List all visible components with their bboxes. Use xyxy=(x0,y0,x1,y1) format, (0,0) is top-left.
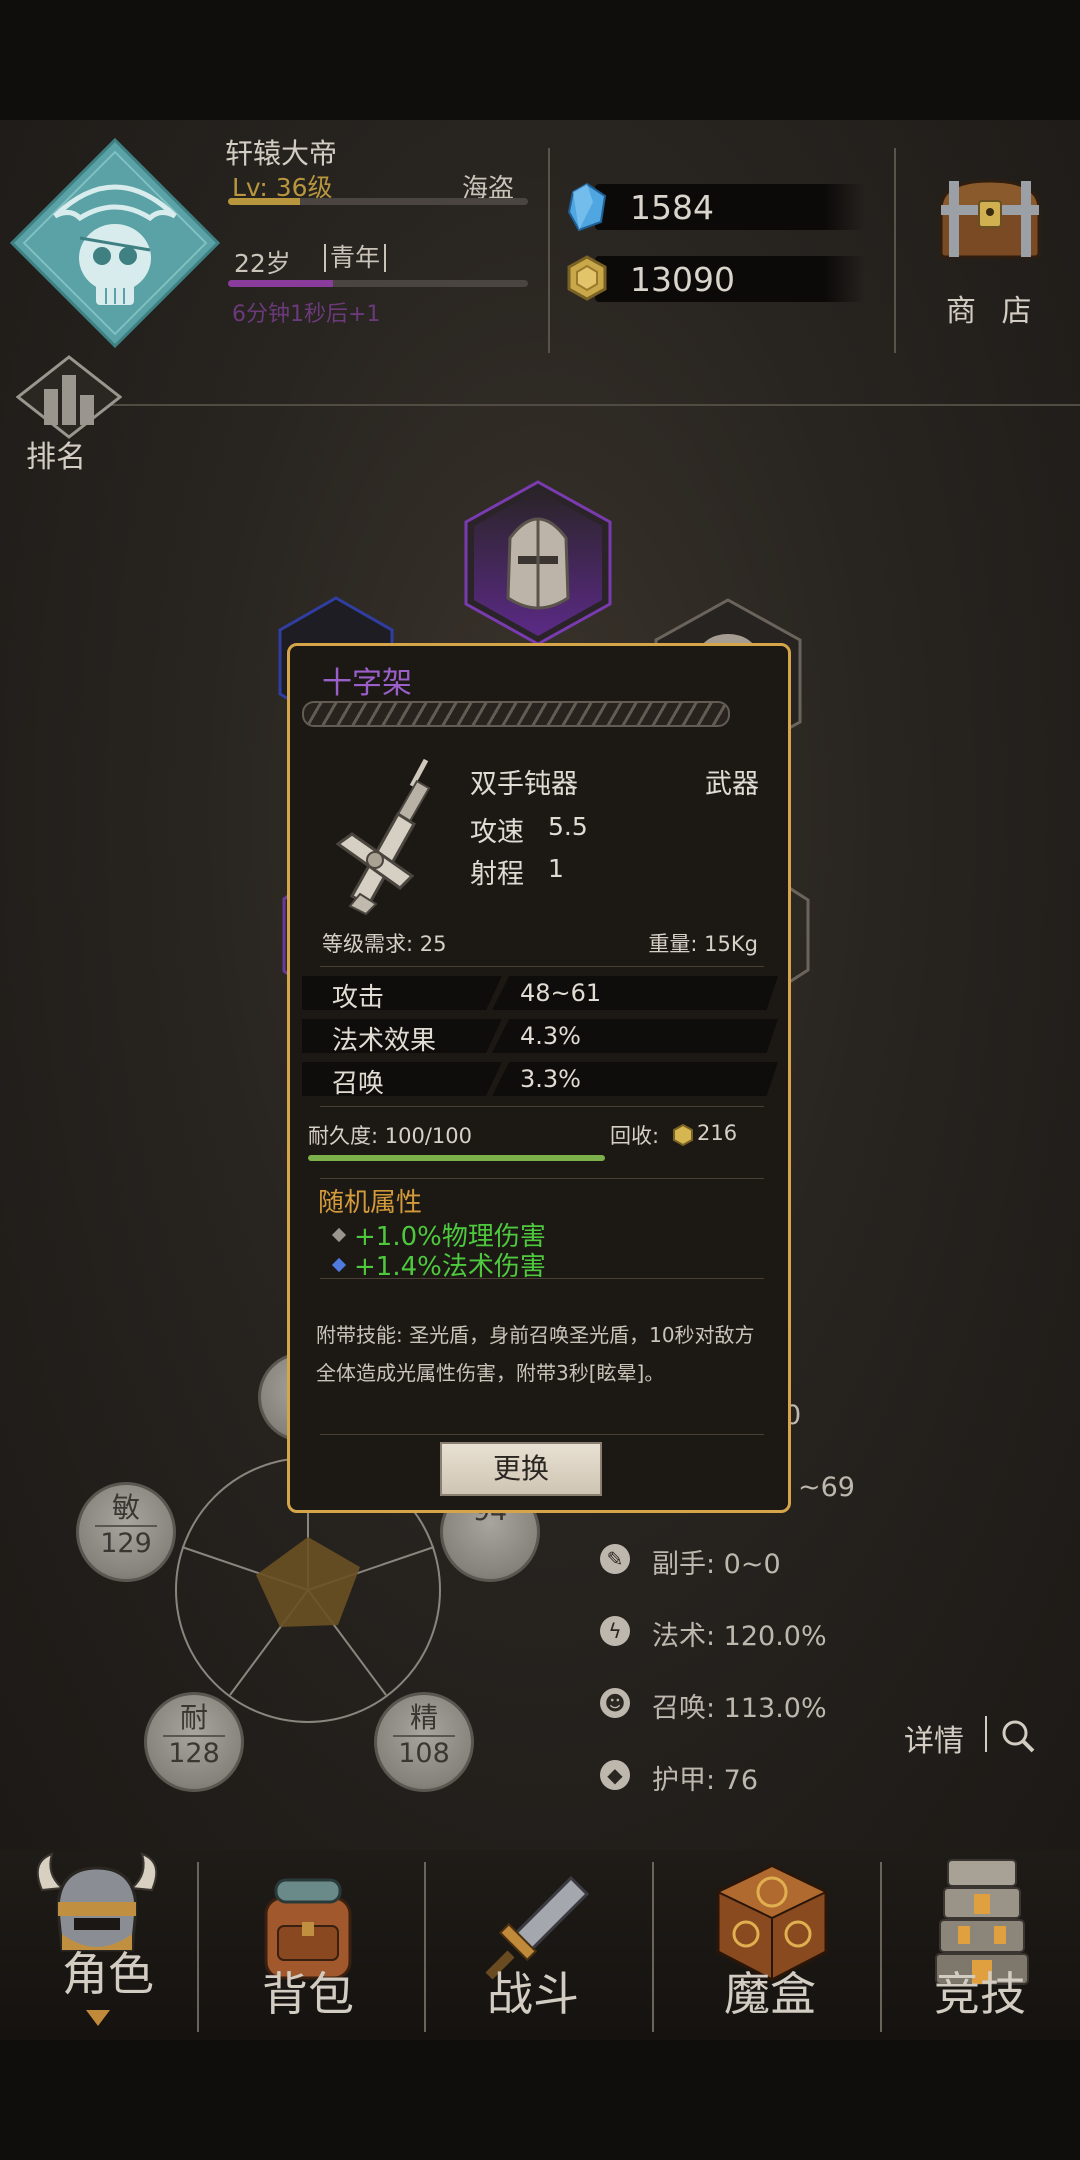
item-name: 十字架 xyxy=(322,666,412,701)
attr-label: 召唤 xyxy=(332,1069,385,1099)
cross-weapon-icon xyxy=(335,758,431,916)
header-divider xyxy=(894,148,896,353)
stat-circle-agi[interactable]: 敏 129 xyxy=(76,1482,176,1582)
helmet-slot[interactable] xyxy=(460,478,616,648)
bottom-bar-bg xyxy=(0,2040,1080,2160)
attr-row: 攻击 48~61 xyxy=(302,976,778,1013)
gem-icon xyxy=(567,182,607,232)
popup-divider xyxy=(320,1106,764,1107)
gem-count: 1584 xyxy=(630,188,714,227)
age-bar-fill xyxy=(228,280,333,287)
nav-box-label: 魔盒 xyxy=(724,1967,816,2021)
nav-battle-label: 战斗 xyxy=(487,1967,579,2021)
bottom-nav: 角色 背包 战斗 魔盒 竞技 xyxy=(0,1850,1080,2040)
stat-agi-value: 129 xyxy=(95,1525,157,1561)
exp-bar-fill xyxy=(228,198,300,205)
nav-arena-label: 竞技 xyxy=(934,1967,1026,2021)
attr-label: 攻击 xyxy=(332,983,385,1013)
change-button[interactable]: 更换 xyxy=(440,1442,602,1496)
attr-row: 召唤 3.3% xyxy=(302,1062,778,1099)
stat-armor-text: 护甲: 76 xyxy=(652,1765,759,1796)
lightning-icon: ϟ xyxy=(600,1616,630,1646)
popup-divider xyxy=(320,1178,764,1179)
popup-divider xyxy=(320,1278,764,1279)
ranking-icon[interactable] xyxy=(15,355,123,443)
blue-gem-icon xyxy=(331,1257,347,1272)
offhand-icon: ✎ xyxy=(600,1544,630,1574)
attr-value: 3.3% xyxy=(520,1065,581,1093)
nav-role-label: 角色 xyxy=(62,1947,154,2001)
level-requirement: 等级需求: 25 xyxy=(322,932,447,956)
gem-balance: 1584 xyxy=(565,182,865,232)
attr-value: 48~61 xyxy=(520,979,602,1007)
stat-spi-value: 108 xyxy=(393,1735,455,1771)
gold-count: 13090 xyxy=(630,260,735,299)
stat-circle-end[interactable]: 耐 128 xyxy=(144,1692,244,1792)
summon-icon: ☻ xyxy=(600,1688,630,1718)
attack-speed-label: 攻速 xyxy=(470,817,524,848)
item-weight: 重量: 15Kg xyxy=(648,932,758,956)
nav-bag-label: 背包 xyxy=(262,1967,354,2021)
item-category: 武器 xyxy=(705,769,759,800)
stat-end-name: 耐 xyxy=(179,1701,208,1734)
player-age: 22岁 xyxy=(234,249,291,278)
popup-divider xyxy=(320,966,764,967)
range-value: 1 xyxy=(548,854,564,883)
nav-separator xyxy=(652,1862,654,2032)
stat-end-value: 128 xyxy=(163,1735,225,1771)
nav-separator xyxy=(424,1862,426,2032)
attr-row: 法术效果 4.3% xyxy=(302,1019,778,1056)
attr-value: 4.3% xyxy=(520,1022,581,1050)
age-timer: 6分钟1秒后+1 xyxy=(232,302,381,327)
stat-summon-text: 召唤: 113.0% xyxy=(652,1693,827,1724)
quality-bar xyxy=(302,701,730,727)
exp-bar xyxy=(228,198,528,205)
pirate-avatar-icon[interactable] xyxy=(9,137,221,349)
attr-label: 法术效果 xyxy=(332,1026,437,1056)
header-divider xyxy=(548,148,550,353)
header-separator xyxy=(110,404,1080,406)
nav-separator xyxy=(880,1862,882,2032)
treasure-chest-icon[interactable] xyxy=(935,175,1045,265)
detail-link[interactable]: 详情 xyxy=(904,1716,964,1760)
armor-icon: ◆ xyxy=(600,1760,630,1790)
nav-bag[interactable]: 背包 xyxy=(200,1850,416,2040)
life-stage: 青年 xyxy=(324,244,387,272)
nav-active-indicator xyxy=(86,2010,110,2026)
recycle-value: 216 xyxy=(697,1121,738,1145)
durability-bar xyxy=(308,1155,605,1161)
nav-arena[interactable]: 竞技 xyxy=(872,1850,1080,2040)
search-icon[interactable] xyxy=(1000,1718,1036,1754)
skill-description: 附带技能: 圣光盾，身前召唤圣光盾，10秒对敌方全体造成光属性伤害，附带3秒[眩… xyxy=(316,1323,755,1385)
range-label: 射程 xyxy=(470,859,524,890)
attack-speed-value: 5.5 xyxy=(548,812,588,841)
nav-separator xyxy=(197,1862,199,2032)
shop-label[interactable]: 商 店 xyxy=(946,286,1040,330)
ranking-label[interactable]: 排名 xyxy=(26,432,86,476)
durability: 耐久度: 100/100 xyxy=(308,1124,472,1148)
recycle-label: 回收: xyxy=(610,1124,660,1148)
stat-spi-name: 精 xyxy=(409,1701,438,1734)
gold-coin-icon xyxy=(673,1124,693,1146)
detail-separator xyxy=(985,1716,987,1752)
random-attributes-title: 随机属性 xyxy=(318,1188,423,1218)
stat-partial-2: ~69 xyxy=(798,1472,855,1503)
popup-divider xyxy=(320,1434,764,1435)
gold-balance: 13090 xyxy=(565,254,865,302)
gold-coin-icon xyxy=(567,255,607,301)
weapon-type: 双手钝器 xyxy=(470,769,578,800)
age-bar xyxy=(228,280,528,287)
stat-offhand-text: 副手: 0~0 xyxy=(652,1549,781,1580)
stat-agi-name: 敏 xyxy=(111,1491,140,1524)
item-detail-popup: 十字架 双手钝器 武器 攻速 5.5 射程 1 等级需求: 25 重量: 15K… xyxy=(287,643,791,1513)
stat-circle-spi[interactable]: 精 108 xyxy=(374,1692,474,1792)
player-name: 轩辕大帝 xyxy=(225,137,338,170)
top-bar-bg xyxy=(0,0,1080,120)
grey-gem-icon xyxy=(331,1227,347,1242)
nav-battle[interactable]: 战斗 xyxy=(425,1850,641,2040)
stat-magic-text: 法术: 120.0% xyxy=(652,1621,827,1652)
nav-box[interactable]: 魔盒 xyxy=(662,1850,878,2040)
